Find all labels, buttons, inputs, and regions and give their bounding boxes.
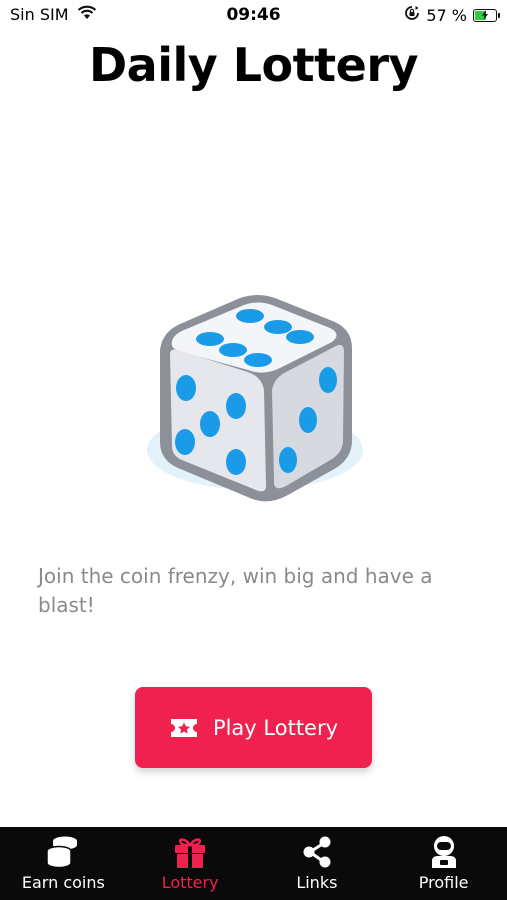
tab-label-earn-coins: Earn coins <box>21 873 105 892</box>
play-lottery-button[interactable]: Play Lottery <box>135 687 372 768</box>
ticket-icon <box>169 717 199 739</box>
share-icon <box>299 835 335 869</box>
tab-lottery[interactable]: Lottery <box>127 827 254 900</box>
tab-label-profile: Profile <box>418 873 469 892</box>
status-bar: Sin SIM 09:46 57 % <box>0 0 507 30</box>
astronaut-icon <box>426 835 462 869</box>
tab-profile[interactable]: Profile <box>380 827 507 900</box>
tab-bar: Earn coins Lottery Links Profile <box>0 827 507 900</box>
dice-icon <box>140 290 370 520</box>
description-text: Join the coin frenzy, win big and have a… <box>38 564 433 617</box>
battery-percent: 57 % <box>426 5 467 25</box>
play-lottery-label: Play Lottery <box>212 715 339 740</box>
coins-icon <box>45 835 81 869</box>
battery-icon <box>473 8 500 22</box>
tab-earn-coins[interactable]: Earn coins <box>0 827 127 900</box>
orientation-lock-icon <box>404 5 420 25</box>
tab-label-lottery: Lottery <box>161 873 219 892</box>
tab-label-links: Links <box>296 873 338 892</box>
gift-icon <box>172 835 208 869</box>
status-right: 57 % <box>404 5 500 25</box>
page-title: Daily Lottery <box>88 38 419 92</box>
tab-links[interactable]: Links <box>254 827 381 900</box>
